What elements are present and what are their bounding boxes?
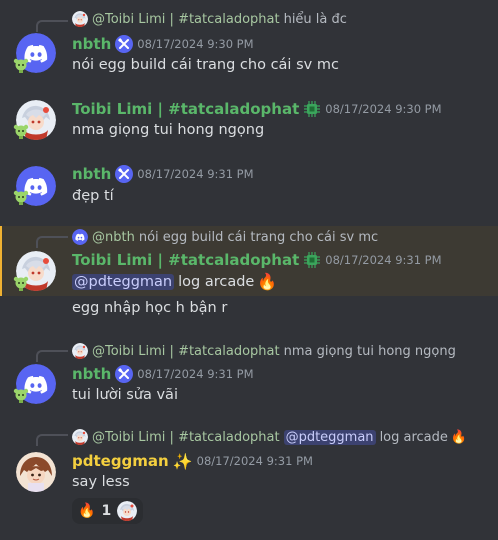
message: nbth 08/17/2024 9:31 PM đẹp tí [0, 162, 498, 222]
reply-text: hiểu là đc [283, 11, 347, 27]
timestamp: 08/17/2024 9:30 PM [137, 37, 254, 51]
reply-preview[interactable]: @Toibi Limi | #tatcaladophat @pdteggman … [72, 428, 467, 446]
username[interactable]: nbth [72, 165, 111, 183]
avatar-decoration-icon [12, 56, 30, 74]
chip-icon [303, 251, 321, 269]
reply-connector [36, 350, 68, 362]
message-text: đẹp tí [72, 188, 114, 204]
message-header: pdteggman ✨ 08/17/2024 9:31 PM [72, 450, 313, 472]
reactor-avatar [117, 501, 137, 521]
message-header: nbth 08/17/2024 9:30 PM [72, 33, 254, 55]
reply-avatar [72, 343, 88, 359]
message: @Toibi Limi | #tatcaladophat nma giọng t… [0, 336, 498, 412]
avatar-decoration-icon [12, 122, 30, 140]
message-text: say less [72, 474, 130, 490]
user-mention[interactable]: @pdteggman [72, 273, 175, 290]
hammer-wrench-icon [115, 35, 133, 53]
username[interactable]: pdteggman [72, 452, 169, 470]
message-header: nbth 08/17/2024 9:31 PM [72, 363, 254, 385]
message-header: nbth 08/17/2024 9:31 PM [72, 163, 254, 185]
reply-preview[interactable]: @nbth nói egg build cái trang cho cái sv… [72, 228, 378, 246]
message-text: nói egg build cái trang cho cái sv mc [72, 57, 339, 73]
message-text: tui lười sửa vãi [72, 387, 178, 403]
reply-author[interactable]: @Toibi Limi | #tatcaladophat [92, 344, 280, 359]
reply-preview[interactable]: @Toibi Limi | #tatcaladophat nma giọng t… [72, 342, 456, 360]
reply-author[interactable]: @Toibi Limi | #tatcaladophat [92, 12, 280, 27]
hammer-wrench-icon [115, 165, 133, 183]
timestamp: 08/17/2024 9:31 PM [196, 454, 313, 468]
message-text: egg nhập học h bận r [72, 300, 228, 316]
message: @Toibi Limi | #tatcaladophat @pdteggman … [0, 420, 498, 540]
fire-emoji-icon: 🔥 [257, 272, 278, 291]
reply-connector [36, 20, 68, 32]
chip-icon [303, 100, 321, 118]
timestamp: 08/17/2024 9:31 PM [325, 253, 442, 267]
reply-author[interactable]: @nbth [92, 230, 135, 245]
message-text-part: log arcade [178, 273, 255, 290]
reply-avatar [72, 429, 88, 445]
reply-text: nma giọng tui hong ngọng [283, 343, 456, 359]
message: @Toibi Limi | #tatcaladophat hiểu là đc … [0, 0, 498, 96]
reply-text: log arcade [379, 429, 448, 445]
timestamp: 08/17/2024 9:31 PM [137, 167, 254, 181]
message-text: @pdteggman log arcade 🔥 [72, 272, 277, 291]
hammer-wrench-icon [115, 365, 133, 383]
reaction-count: 1 [101, 503, 112, 519]
reply-text: nói egg build cái trang cho cái sv mc [138, 229, 379, 245]
fire-emoji-icon: 🔥 [450, 429, 468, 445]
avatar-decoration-icon [12, 386, 30, 404]
reply-mention[interactable]: @pdteggman [283, 429, 376, 445]
fire-emoji-icon: 🔥 [78, 503, 96, 519]
reply-connector [36, 236, 68, 248]
timestamp: 08/17/2024 9:31 PM [137, 367, 254, 381]
avatar[interactable] [16, 452, 56, 492]
avatar-decoration-icon [12, 188, 30, 206]
message-header: Toibi Limi | #tatcaladophat 08/17/2024 9… [72, 98, 442, 120]
username[interactable]: nbth [72, 35, 111, 53]
reply-avatar [72, 229, 88, 245]
username[interactable]: Toibi Limi | #tatcaladophat [72, 100, 299, 118]
username[interactable]: Toibi Limi | #tatcaladophat [72, 251, 299, 269]
avatar-decoration-icon [12, 274, 30, 292]
message-header: Toibi Limi | #tatcaladophat 08/17/2024 9… [72, 249, 442, 271]
sparkles-icon: ✨ [172, 451, 193, 471]
reply-connector [36, 434, 68, 446]
reply-preview[interactable]: @Toibi Limi | #tatcaladophat hiểu là đc [72, 10, 347, 28]
message: Toibi Limi | #tatcaladophat 08/17/2024 9… [0, 96, 498, 156]
reply-author[interactable]: @Toibi Limi | #tatcaladophat [92, 430, 280, 445]
reaction-pill[interactable]: 🔥 1 [72, 498, 144, 524]
timestamp: 08/17/2024 9:30 PM [325, 102, 442, 116]
message-text: nma giọng tui hong ngọng [72, 122, 265, 138]
reply-avatar [72, 11, 88, 27]
username[interactable]: nbth [72, 365, 111, 383]
message-mention-highlight: @nbth nói egg build cái trang cho cái sv… [0, 226, 498, 296]
